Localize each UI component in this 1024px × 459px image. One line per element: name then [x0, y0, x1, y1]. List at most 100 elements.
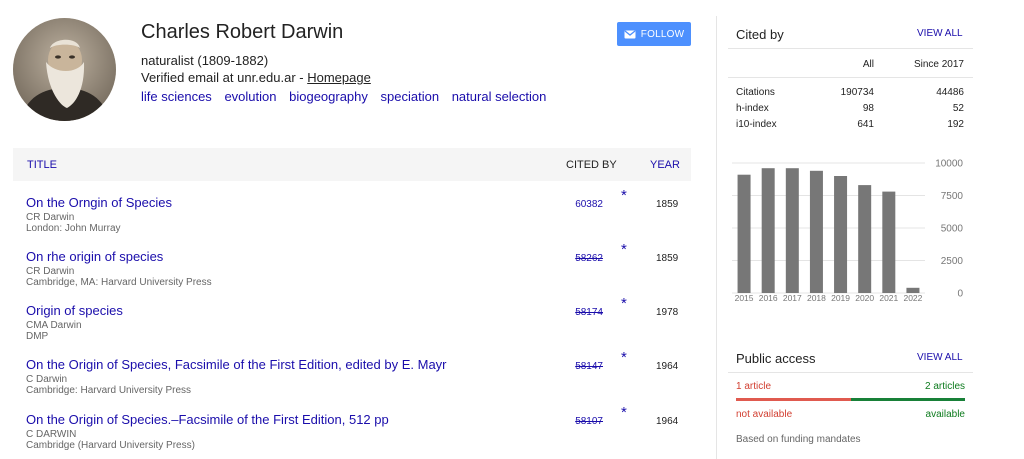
public-access-title: Public access — [736, 351, 816, 366]
available-label: available — [925, 409, 965, 420]
stat-all: 190734 — [840, 87, 874, 98]
article-year: 1859 — [656, 253, 679, 264]
research-interests: life sciences evolution biogeography spe… — [141, 89, 555, 104]
y-tick-label: 5000 — [941, 224, 964, 235]
chart-bar — [761, 168, 775, 293]
homepage-link[interactable]: Homepage — [307, 70, 371, 85]
merged-citations-star: * — [621, 187, 627, 204]
citations-per-year-chart: 10000 7500 5000 2500 0 2015 2016 2017 2018 2019 20… — [732, 159, 964, 303]
cited-by-view-all-link[interactable]: VIEW ALL — [917, 28, 963, 39]
stat-since: 52 — [952, 103, 964, 114]
article-publication: Cambridge, MA: Harvard University Press — [26, 277, 212, 288]
interest-evolution[interactable]: evolution — [224, 89, 276, 104]
profile-email: Verified email at unr.edu.ar - Homepage — [141, 70, 371, 85]
article-publication: London: John Murray — [26, 223, 121, 234]
stat-label: i10-index — [736, 119, 777, 130]
article-title[interactable]: Origin of species — [26, 303, 123, 318]
article-publication: DMP — [26, 331, 49, 342]
y-tick-label: 10000 — [935, 159, 963, 170]
cited-by-count[interactable]: 60382 — [575, 199, 603, 210]
unavailable-count[interactable]: 1 article — [736, 381, 771, 392]
stat-label: h-index — [736, 103, 769, 114]
article-year: 1964 — [656, 416, 679, 427]
merged-citations-star: * — [621, 349, 627, 366]
y-tick-label: 7500 — [941, 191, 964, 202]
cited-by-title: Cited by — [736, 27, 784, 42]
article-publication: Cambridge (Harvard University Press) — [26, 440, 195, 451]
stats-col-all: All — [862, 59, 874, 70]
article-year: 1978 — [656, 307, 679, 318]
y-tick-label: 2500 — [941, 256, 964, 267]
x-tick-label: 2015 — [735, 293, 754, 303]
divider — [728, 372, 973, 373]
merged-citations-star: * — [621, 404, 627, 421]
email-verified-text: Verified email at unr.edu.ar - — [141, 70, 308, 85]
interest-biogeography[interactable]: biogeography — [289, 89, 368, 104]
article-authors: C DARWIN — [26, 429, 77, 440]
stat-all: 641 — [857, 119, 874, 130]
follow-label: FOLLOW — [640, 28, 685, 40]
article-authors: CR Darwin — [26, 212, 75, 223]
chart-bar — [882, 191, 896, 293]
interest-natural-selection[interactable]: natural selection — [452, 89, 547, 104]
y-tick-label: 0 — [957, 289, 963, 300]
article-title[interactable]: On the Origin of Species, Facsimile of t… — [26, 357, 447, 372]
chart-bar — [858, 185, 872, 293]
x-tick-label: 2018 — [807, 293, 826, 303]
merged-citations-star: * — [621, 295, 627, 312]
profile-photo — [13, 18, 116, 121]
x-tick-label: 2016 — [759, 293, 778, 303]
envelope-icon — [624, 29, 636, 39]
stat-since: 192 — [947, 119, 964, 130]
cited-by-count[interactable]: 58147 — [575, 361, 603, 372]
funding-mandates-note: Based on funding mandates — [736, 434, 861, 445]
article-authors: CMA Darwin — [26, 320, 82, 331]
unavailable-fill — [736, 398, 851, 401]
available-count[interactable]: 2 articles — [925, 381, 965, 392]
follow-button[interactable]: FOLLOW — [617, 22, 691, 46]
cited-by-count[interactable]: 58107 — [575, 416, 603, 427]
article-authors: C Darwin — [26, 374, 68, 385]
merged-citations-star: * — [621, 241, 627, 258]
public-access-view-all-link[interactable]: VIEW ALL — [917, 352, 963, 363]
divider — [728, 48, 973, 49]
stat-all: 98 — [862, 103, 874, 114]
chart-bar — [785, 168, 799, 293]
divider — [728, 77, 973, 78]
article-title[interactable]: On rhe origin of species — [26, 249, 163, 264]
chart-bar — [737, 174, 751, 293]
x-tick-label: 2021 — [879, 293, 898, 303]
article-row: Origin of species CMA Darwin DMP 58174 *… — [13, 295, 691, 359]
stat-label: Citations — [736, 87, 775, 98]
profile-name: Charles Robert Darwin — [141, 21, 344, 43]
sort-by-year[interactable]: YEAR — [650, 159, 680, 171]
interest-life-sciences[interactable]: life sciences — [141, 89, 212, 104]
cited-by-count[interactable]: 58174 — [575, 307, 603, 318]
article-year: 1859 — [656, 199, 679, 210]
cited-by-count[interactable]: 58262 — [575, 253, 603, 264]
x-tick-label: 2019 — [831, 293, 850, 303]
article-row: On the Orngin of Species CR Darwin Londo… — [13, 187, 691, 251]
article-publication: Cambridge: Harvard University Press — [26, 385, 192, 396]
x-tick-label: 2020 — [855, 293, 874, 303]
chart-bar — [834, 176, 848, 293]
article-row: On the Origin of Species.–Facsimile of t… — [13, 404, 691, 459]
x-tick-label: 2017 — [783, 293, 802, 303]
sidebar-divider — [716, 16, 717, 459]
article-title[interactable]: On the Orngin of Species — [26, 195, 172, 210]
interest-speciation[interactable]: speciation — [381, 89, 440, 104]
profile-affiliation: naturalist (1809-1882) — [141, 53, 269, 68]
article-row: On rhe origin of species CR Darwin Cambr… — [13, 241, 691, 305]
stats-col-since: Since 2017 — [913, 59, 964, 70]
not-available-label: not available — [736, 409, 793, 420]
public-access-bar — [736, 398, 965, 401]
x-tick-label: 2022 — [903, 293, 922, 303]
articles-table-header: TITLE CITED BY YEAR — [13, 148, 691, 181]
sort-by-cited[interactable]: CITED BY — [566, 159, 617, 171]
stat-since: 44486 — [936, 87, 964, 98]
article-row: On the Origin of Species, Facsimile of t… — [13, 349, 691, 413]
article-title[interactable]: On the Origin of Species.–Facsimile of t… — [26, 412, 389, 427]
article-authors: CR Darwin — [26, 266, 75, 277]
sort-by-title[interactable]: TITLE — [27, 159, 57, 171]
article-year: 1964 — [656, 361, 679, 372]
